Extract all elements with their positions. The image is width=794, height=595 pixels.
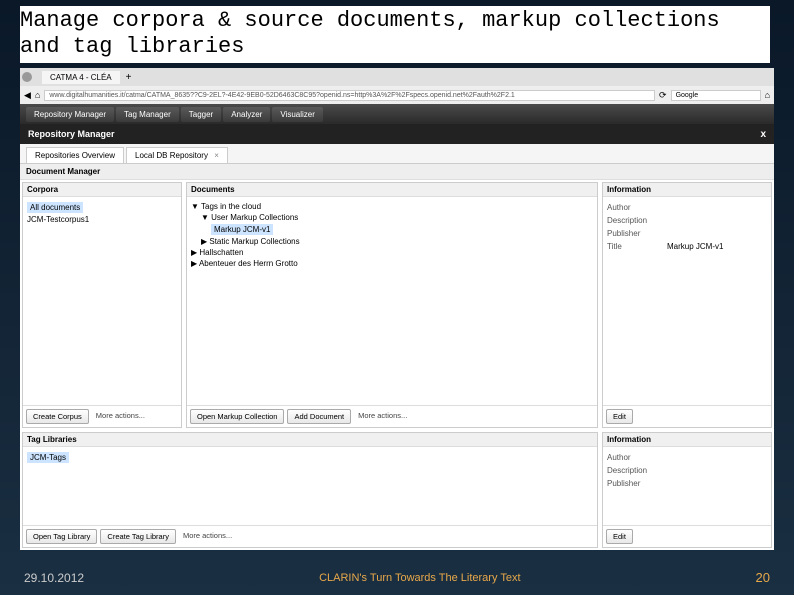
footer-page-number: 20: [756, 570, 770, 585]
documents-more-actions[interactable]: More actions...: [354, 409, 411, 424]
edit-info2-button[interactable]: Edit: [606, 529, 633, 544]
corpora-item-all[interactable]: All documents: [27, 201, 177, 214]
new-tab-button[interactable]: +: [120, 72, 138, 83]
corpora-panel: Corpora All documents JCM-Testcorpus1 Cr…: [22, 182, 182, 428]
slide-footer: 29.10.2012 CLARIN's Turn Towards The Lit…: [0, 570, 794, 585]
slide-title: Manage corpora & source documents, marku…: [20, 6, 770, 63]
create-tag-library-button[interactable]: Create Tag Library: [100, 529, 176, 544]
browser-icon: [22, 72, 32, 82]
tree-doc-abenteuer[interactable]: ▶ Abenteuer des Herrn Grotto: [191, 258, 593, 269]
home2-icon[interactable]: ⌂: [765, 90, 770, 100]
main-navbar: Repository Manager Tag Manager Tagger An…: [20, 104, 774, 124]
info2-publisher-label: Publisher: [607, 479, 667, 488]
info-author-val: [667, 203, 767, 212]
tab-repositories-overview[interactable]: Repositories Overview: [26, 147, 124, 163]
tab-label: Local DB Repository: [135, 151, 208, 160]
info-description-label: Description: [607, 216, 667, 225]
info-author-label: Author: [607, 203, 667, 212]
open-tag-library-button[interactable]: Open Tag Library: [26, 529, 97, 544]
taglib-more-actions[interactable]: More actions...: [179, 529, 236, 544]
nav-tag-manager[interactable]: Tag Manager: [116, 107, 179, 122]
tree-static-collections[interactable]: ▶ Static Markup Collections: [191, 236, 593, 247]
info-publisher-label: Publisher: [607, 229, 667, 238]
search-input[interactable]: Google: [671, 90, 761, 101]
footer-center-text: CLARIN's Turn Towards The Literary Text: [84, 572, 755, 584]
nav-repository-manager[interactable]: Repository Manager: [26, 107, 114, 122]
info2-description-label: Description: [607, 466, 667, 475]
reload-icon[interactable]: ⟳: [659, 90, 667, 101]
url-bar: ◀ ⌂ www.digitalhumanities.it/catma/CATMA…: [20, 86, 774, 104]
tree-doc-hallschatten[interactable]: ▶ Hallschatten: [191, 247, 593, 258]
open-markup-collection-button[interactable]: Open Markup Collection: [190, 409, 284, 424]
corpora-more-actions[interactable]: More actions...: [92, 409, 149, 424]
info2-header: Information: [603, 433, 771, 447]
info-title-label: Title: [607, 242, 667, 251]
browser-tab[interactable]: CATMA 4 - CLÉA: [42, 71, 120, 84]
tree-user-collections[interactable]: ▼ User Markup Collections: [191, 212, 593, 223]
edit-info-button[interactable]: Edit: [606, 409, 633, 424]
info-title-val: Markup JCM-v1: [667, 242, 767, 251]
nav-analyzer[interactable]: Analyzer: [223, 107, 270, 122]
tag-lib-item[interactable]: JCM-Tags: [27, 451, 593, 464]
tree-root[interactable]: ▼ Tags in the cloud: [191, 201, 593, 212]
corpora-header: Corpora: [23, 183, 181, 197]
tab-local-db-repository[interactable]: Local DB Repository ×: [126, 147, 228, 163]
home-icon[interactable]: ⌂: [35, 90, 40, 100]
nav-visualizer[interactable]: Visualizer: [272, 107, 323, 122]
app-screenshot: CATMA 4 - CLÉA + ◀ ⌂ www.digitalhumaniti…: [20, 68, 774, 550]
nav-tagger[interactable]: Tagger: [181, 107, 221, 122]
tag-libraries-header: Tag Libraries: [23, 433, 597, 447]
info-header: Information: [603, 183, 771, 197]
info-publisher-val: [667, 229, 767, 238]
url-input[interactable]: www.digitalhumanities.it/catma/CATMA_863…: [44, 90, 655, 101]
close-icon[interactable]: x: [760, 129, 766, 140]
tree-selected-collection[interactable]: Markup JCM-v1: [191, 223, 593, 236]
info2-author-label: Author: [607, 453, 667, 462]
browser-tabs-row: CATMA 4 - CLÉA +: [20, 68, 774, 86]
add-document-button[interactable]: Add Document: [287, 409, 351, 424]
documents-panel: Documents ▼ Tags in the cloud ▼ User Mar…: [186, 182, 598, 428]
info-panel: Information Author Description Publisher…: [602, 182, 772, 428]
footer-date: 29.10.2012: [24, 571, 84, 585]
document-manager-label: Document Manager: [20, 164, 774, 180]
panel-title: Repository Manager: [28, 129, 115, 139]
info-description-val: [667, 216, 767, 225]
create-corpus-button[interactable]: Create Corpus: [26, 409, 89, 424]
documents-header: Documents: [187, 183, 597, 197]
corpora-item-testcorpus[interactable]: JCM-Testcorpus1: [27, 214, 177, 225]
tab-close-icon[interactable]: ×: [214, 151, 219, 160]
panel-header: Repository Manager x: [20, 124, 774, 144]
info2-panel: Information Author Description Publisher…: [602, 432, 772, 548]
inner-tabs: Repositories Overview Local DB Repositor…: [20, 144, 774, 164]
back-icon[interactable]: ◀: [24, 90, 31, 101]
tag-libraries-panel: Tag Libraries JCM-Tags Open Tag Library …: [22, 432, 598, 548]
